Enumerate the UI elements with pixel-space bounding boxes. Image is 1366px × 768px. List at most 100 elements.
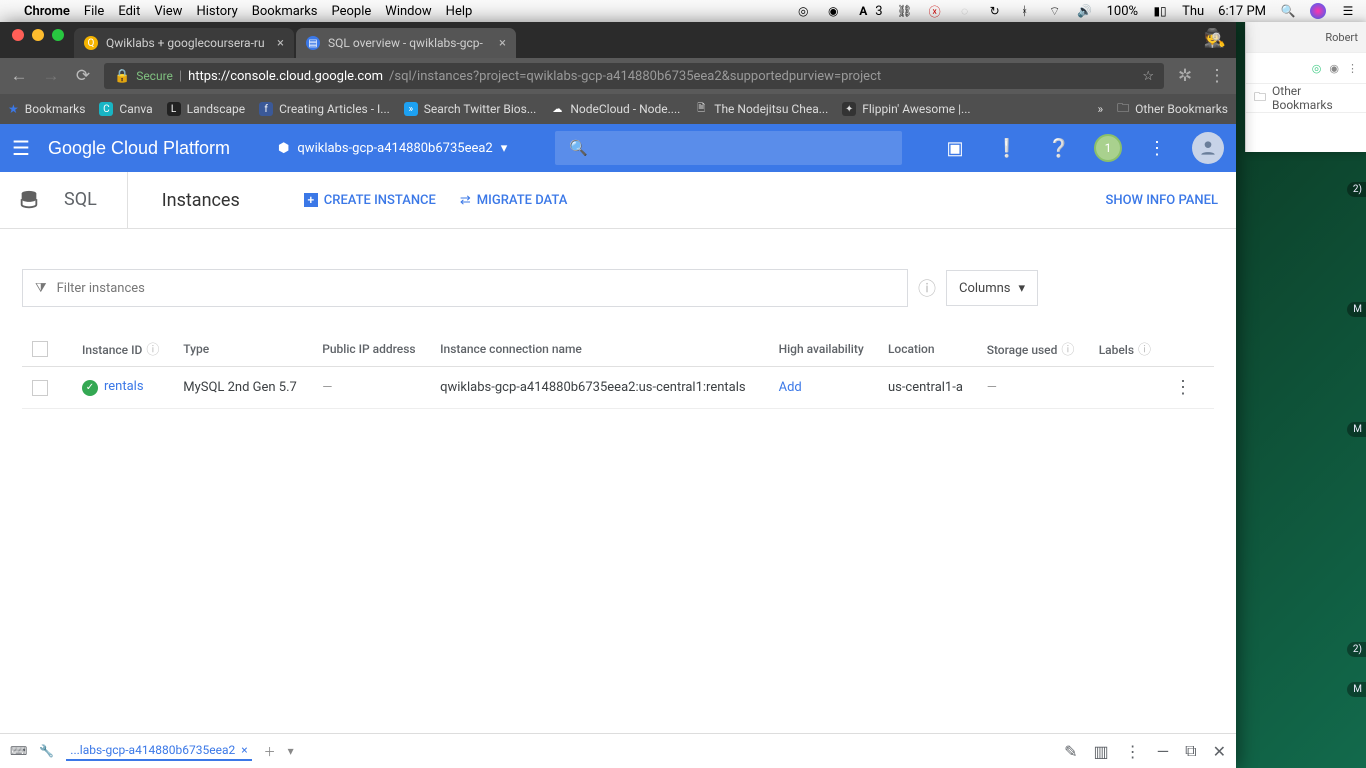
bookmark-item[interactable]: ✦Flippin' Awesome |...	[842, 102, 970, 116]
help-icon[interactable]: ⓘ	[1138, 343, 1151, 358]
shell-dropdown-icon[interactable]: ▾	[288, 744, 294, 758]
gcp-search[interactable]: 🔍	[555, 131, 902, 165]
close-tab-icon[interactable]: ×	[277, 36, 284, 51]
close-tab-icon[interactable]: ×	[499, 36, 506, 51]
bookmark-item[interactable]: fCreating Articles - I...	[259, 102, 390, 116]
adobe-icon[interactable]: A	[855, 3, 871, 19]
col-instance-id[interactable]: Instance ID	[82, 343, 142, 357]
battery-icon[interactable]: ▮▯	[1152, 3, 1168, 19]
bookmark-item[interactable]: ★Bookmarks	[8, 102, 85, 116]
other-bookmarks-folder[interactable]: 🗀Other Bookmarks	[1117, 99, 1228, 120]
menu-bookmarks[interactable]: Bookmarks	[252, 4, 318, 19]
onepassword-icon[interactable]: ◎	[795, 3, 811, 19]
bookmark-item[interactable]: 🗎The Nodejitsu Chea...	[694, 102, 828, 116]
popout-icon[interactable]: ⧉	[1185, 741, 1196, 761]
other-bookmarks-2[interactable]: Other Bookmarks	[1272, 84, 1358, 112]
extensions-icon[interactable]: ✲	[1174, 66, 1196, 86]
desktop-badge: M	[1347, 422, 1366, 437]
instance-id-link[interactable]: rentals	[104, 379, 144, 394]
cloud-shell-icon[interactable]: ▣	[938, 138, 972, 159]
upload-icon[interactable]: ▥	[1094, 742, 1109, 761]
col-location[interactable]: Location	[878, 331, 977, 367]
menu-view[interactable]: View	[154, 4, 182, 19]
address-bar[interactable]: 🔒 Secure | https://console.cloud.google.…	[104, 63, 1164, 89]
row-actions-menu[interactable]: ⋮	[1174, 377, 1192, 398]
col-type[interactable]: Type	[173, 331, 312, 367]
create-instance-button[interactable]: +CREATE INSTANCE	[304, 193, 436, 208]
free-trial-badge[interactable]: 1	[1094, 134, 1122, 162]
menu-people[interactable]: People	[332, 4, 372, 19]
close-icon[interactable]: ×	[241, 743, 247, 757]
col-labels[interactable]: Labels	[1099, 343, 1134, 357]
chevron-down-icon: ▾	[1019, 281, 1026, 296]
tab-sql-overview[interactable]: ▤ SQL overview - qwiklabs-gcp- ×	[296, 28, 516, 58]
migrate-data-button[interactable]: ⇄MIGRATE DATA	[460, 193, 567, 208]
notifications-icon[interactable]: ☰	[1340, 3, 1356, 19]
close-window-icon[interactable]	[12, 29, 24, 41]
zoom-window-icon[interactable]	[52, 29, 64, 41]
row-checkbox[interactable]	[32, 380, 48, 396]
close-shell-icon[interactable]: ✕	[1213, 742, 1226, 761]
forward-button[interactable]: →	[40, 66, 62, 86]
filter-help-icon[interactable]: ⓘ	[918, 275, 936, 301]
col-storage[interactable]: Storage used	[987, 343, 1058, 357]
volume-icon[interactable]: 🔊	[1077, 3, 1093, 19]
new-tab-icon[interactable]: ＋	[264, 743, 276, 760]
app-name[interactable]: Chrome	[24, 4, 70, 19]
bluetooth-icon[interactable]: ᚼ	[1017, 3, 1033, 19]
reload-button[interactable]: ⟳	[72, 66, 94, 86]
col-ip[interactable]: Public IP address	[312, 331, 430, 367]
dropbox-icon[interactable]: ⛓	[897, 3, 913, 19]
show-info-panel-button[interactable]: SHOW INFO PANEL	[1105, 193, 1218, 208]
help-icon[interactable]: ⓘ	[1061, 343, 1074, 358]
ext-icon[interactable]: ◉	[1329, 62, 1339, 75]
shell-menu-icon[interactable]: ⋮	[1125, 742, 1141, 761]
shell-tab[interactable]: ...labs-gcp-a414880b6735eea2×	[66, 741, 251, 761]
star-icon[interactable]: ☆	[1142, 69, 1154, 84]
gcp-logo[interactable]: Google Cloud Platform	[48, 138, 230, 159]
incognito-icon: 🕵	[1204, 28, 1226, 49]
virus-icon[interactable]: ⓧ	[927, 3, 943, 19]
menu-help[interactable]: Help	[446, 4, 473, 19]
spotlight-icon[interactable]: 🔍	[1280, 3, 1296, 19]
filter-input[interactable]: ⧩ Filter instances	[22, 269, 908, 307]
timemachine-icon[interactable]: ↻	[987, 3, 1003, 19]
minimize-icon[interactable]: —	[1157, 742, 1170, 761]
select-all-checkbox[interactable]	[32, 341, 48, 357]
wrench-icon[interactable]: 🔧	[39, 744, 54, 758]
settings-menu-icon[interactable]: ⋮	[1140, 138, 1174, 159]
menu-edit[interactable]: Edit	[118, 4, 140, 19]
chrome-menu-icon[interactable]: ⋮	[1347, 62, 1358, 75]
creative-cloud-icon[interactable]: ◉	[825, 3, 841, 19]
menu-window[interactable]: Window	[385, 4, 431, 19]
add-ha-link[interactable]: Add	[779, 380, 802, 395]
back-button[interactable]: ←	[8, 66, 30, 86]
service-name[interactable]: SQL	[64, 172, 128, 228]
project-picker[interactable]: ⬢ qwiklabs-gcp-a414880b6735eea2 ▾	[278, 141, 507, 156]
keyboard-icon[interactable]: ⌨	[10, 744, 27, 758]
edit-icon[interactable]: ✎	[1064, 742, 1077, 761]
col-ha[interactable]: High availability	[769, 331, 878, 367]
col-conn[interactable]: Instance connection name	[430, 331, 769, 367]
bookmark-item[interactable]: CCanva	[99, 102, 152, 116]
menu-history[interactable]: History	[196, 4, 237, 19]
hamburger-icon[interactable]: ☰	[12, 136, 30, 160]
account-avatar[interactable]	[1192, 132, 1224, 164]
gcast-icon[interactable]: ◎	[1312, 62, 1322, 75]
bookmark-item[interactable]: »Search Twitter Bios...	[404, 102, 537, 116]
minimize-window-icon[interactable]	[32, 29, 44, 41]
tab-qwiklabs[interactable]: Q Qwiklabs + googlecoursera-ru ×	[74, 28, 294, 58]
columns-dropdown[interactable]: Columns ▾	[946, 270, 1038, 306]
chrome-menu-icon[interactable]: ⋮	[1206, 66, 1228, 86]
siri-icon[interactable]: .	[1310, 3, 1326, 19]
profile-name[interactable]: Robert	[1325, 31, 1358, 44]
notifications-icon[interactable]: ❕	[990, 138, 1024, 159]
wifi-icon[interactable]: ⌔	[1047, 3, 1063, 19]
help-icon[interactable]: ❔	[1042, 138, 1076, 159]
bookmarks-overflow-icon[interactable]: »	[1098, 102, 1104, 116]
table-row[interactable]: ✓rentals MySQL 2nd Gen 5.7 — qwiklabs-gc…	[22, 367, 1214, 409]
bookmark-item[interactable]: ☁NodeCloud - Node....	[550, 102, 680, 116]
bookmark-item[interactable]: LLandscape	[167, 102, 246, 116]
menu-file[interactable]: File	[84, 4, 104, 19]
help-icon[interactable]: ⓘ	[146, 343, 159, 358]
